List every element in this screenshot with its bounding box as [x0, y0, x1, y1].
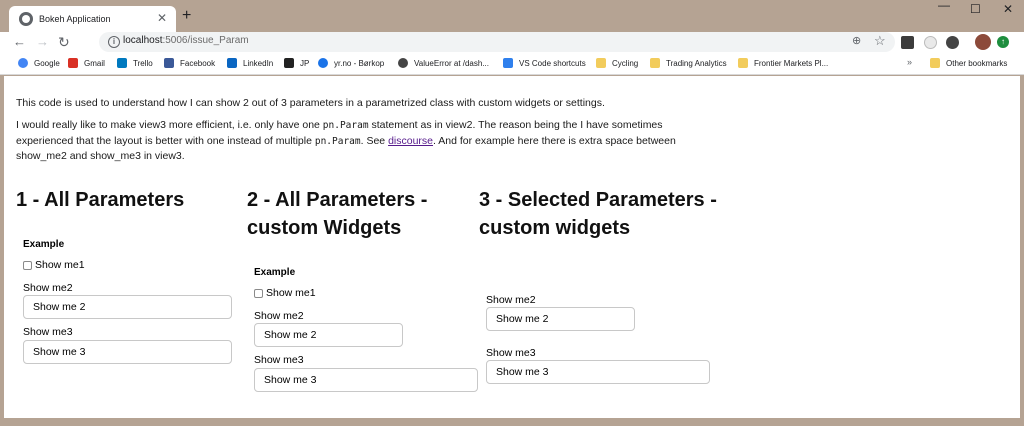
show-me3-input[interactable]: Show me 3	[254, 368, 478, 392]
show-me2-label: Show me2	[486, 294, 536, 306]
bookmark-jp[interactable]: JP	[284, 58, 309, 68]
bookmark-vscode[interactable]: VS Code shortcuts	[503, 58, 586, 68]
globe-icon	[398, 58, 408, 68]
column-title: 3 - Selected Parameters - custom widgets	[479, 189, 717, 239]
intro-paragraph: This code is used to understand how I ca…	[16, 97, 605, 109]
show-me3-label: Show me3	[254, 354, 304, 366]
minimize-icon[interactable]: —	[938, 0, 950, 12]
column-selected-parameters: 3 - Selected Parameters - custom widgets…	[479, 186, 719, 384]
browser-tab[interactable]: Bokeh Application ✕	[9, 6, 176, 32]
folder-icon	[738, 58, 748, 68]
yr-icon	[318, 58, 328, 68]
folder-icon	[930, 58, 940, 68]
page-content: This code is used to understand how I ca…	[0, 76, 1024, 422]
bookmark-yr[interactable]: yr.no - Børkop	[318, 58, 384, 68]
show-me2-label: Show me2	[23, 282, 73, 294]
bookmark-trading[interactable]: Trading Analytics	[650, 58, 727, 68]
bookmark-linkedin[interactable]: LinkedIn	[227, 58, 273, 68]
bookmark-valueerror[interactable]: ValueError at /dash...	[398, 58, 489, 68]
bookmark-google[interactable]: Google	[18, 58, 60, 68]
folder-icon	[650, 58, 660, 68]
other-bookmarks[interactable]: Other bookmarks	[930, 58, 1007, 68]
bookmark-frontier[interactable]: Frontier Markets Pl...	[738, 58, 828, 68]
extension-icon[interactable]	[946, 36, 959, 49]
zoom-icon[interactable]: ⊕	[852, 34, 861, 47]
profile-avatar[interactable]	[975, 34, 991, 50]
show-me2-input[interactable]: Show me 2	[23, 295, 232, 319]
info-icon[interactable]: i	[108, 36, 120, 48]
widget-title: Example	[23, 239, 65, 250]
jp-icon	[284, 58, 294, 68]
show-me1-checkbox-row[interactable]: Show me1	[254, 287, 316, 299]
browser-toolbar: ← → ↻ i localhost:5006/issue_Param ⊕ ☆ ↑	[0, 32, 1024, 54]
extension-icon[interactable]	[901, 36, 914, 49]
update-icon[interactable]: ↑	[997, 36, 1009, 48]
show-me3-input[interactable]: Show me 3	[486, 360, 710, 384]
show-me2-label: Show me2	[254, 310, 304, 322]
show-me3-label: Show me3	[23, 326, 73, 338]
bookmark-cycling[interactable]: Cycling	[596, 58, 638, 68]
forward-arrow-icon[interactable]: →	[36, 34, 49, 50]
reload-icon[interactable]: ↻	[58, 34, 70, 50]
bookmark-gmail[interactable]: Gmail	[68, 58, 105, 68]
intro-paragraph-2: I would really like to make view3 more e…	[16, 119, 676, 162]
show-me1-checkbox-row[interactable]: Show me1	[23, 259, 85, 271]
extension-icon[interactable]	[924, 36, 937, 49]
show-me2-input[interactable]: Show me 2	[254, 323, 403, 347]
back-arrow-icon[interactable]: ←	[13, 34, 26, 50]
gmail-icon	[68, 58, 78, 68]
checkbox[interactable]	[254, 288, 263, 298]
tab-favicon-icon	[19, 12, 33, 26]
address-bar[interactable]: i localhost:5006/issue_Param ⊕ ☆	[99, 32, 895, 52]
widget-title: Example	[254, 267, 296, 278]
bookmark-facebook[interactable]: Facebook	[164, 58, 215, 68]
url-text[interactable]: localhost:5006/issue_Param	[123, 35, 249, 46]
show-me3-label: Show me3	[486, 347, 536, 359]
facebook-icon	[164, 58, 174, 68]
tab-close-icon[interactable]: ✕	[157, 12, 167, 24]
bookmark-trello[interactable]: Trello	[117, 58, 153, 68]
column-title: 2 - All Parameters - custom Widgets	[247, 189, 428, 239]
tab-strip: Bokeh Application ✕ + — ☐ ✕	[0, 0, 1024, 32]
maximize-icon[interactable]: ☐	[970, 2, 981, 16]
show-me2-input[interactable]: Show me 2	[486, 307, 635, 331]
column-title: 1 - All Parameters	[16, 189, 185, 211]
bookmarks-more-icon[interactable]: »	[907, 57, 912, 67]
discourse-link[interactable]: discourse	[388, 135, 433, 147]
google-icon	[18, 58, 28, 68]
linkedin-icon	[227, 58, 237, 68]
column-all-parameters-custom: 2 - All Parameters - custom Widgets Exam…	[247, 186, 478, 392]
show-me3-input[interactable]: Show me 3	[23, 340, 232, 364]
trello-icon	[117, 58, 127, 68]
vscode-icon	[503, 58, 513, 68]
tab-title: Bokeh Application	[39, 14, 111, 24]
bookmarks-bar: Google Gmail Trello Facebook LinkedIn JP…	[0, 54, 1024, 75]
window-close-icon[interactable]: ✕	[1003, 2, 1013, 16]
folder-icon	[596, 58, 606, 68]
new-tab-button[interactable]: +	[182, 8, 191, 24]
checkbox[interactable]	[23, 260, 32, 270]
column-all-parameters: 1 - All Parameters Example Show me1 Show…	[16, 186, 236, 364]
bookmark-star-icon[interactable]: ☆	[874, 33, 886, 49]
